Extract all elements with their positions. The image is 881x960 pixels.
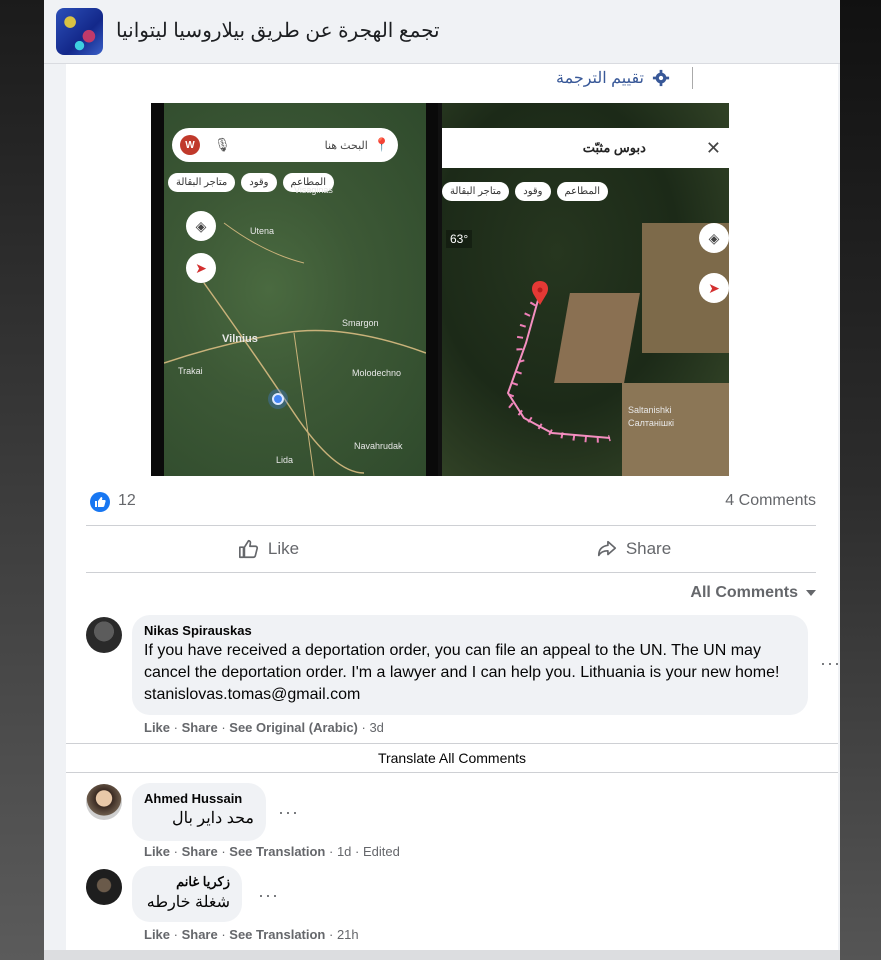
map-account-avatar[interactable]: W (180, 135, 200, 155)
comments-filter-dropdown[interactable]: All Comments (690, 584, 816, 602)
more-options-icon[interactable]: ··· (820, 653, 841, 674)
comment-author[interactable]: زكريا غانم (144, 874, 230, 890)
map-left-satellite: W 🎙 البحث هنا 📍 المطاعم وقود متاجر البقا… (164, 103, 426, 476)
reactions-row: 12 4 Comments (66, 476, 838, 526)
edited-label[interactable]: Edited (363, 844, 400, 859)
mic-icon[interactable]: 🎙 (214, 137, 231, 153)
map-screenshot-left: W 🎙 البحث هنا 📍 المطاعم وقود متاجر البقا… (151, 103, 438, 476)
backdrop-left (0, 0, 44, 960)
like-count[interactable]: 12 (118, 492, 136, 510)
like-label: Like (267, 539, 300, 558)
see-translation-link[interactable]: See Translation (229, 927, 325, 942)
comment-bubble: Nikas Spirauskas If you have received a … (132, 615, 808, 715)
map-label: Navahrudak (354, 441, 403, 451)
map-label: Saltanishki (628, 405, 672, 415)
chip-fuel[interactable]: وقود (515, 182, 551, 201)
more-options-icon[interactable]: ··· (278, 802, 299, 823)
backdrop-right (839, 0, 881, 960)
current-location-dot (272, 393, 284, 405)
map-right-chips: المطاعم وقود متاجر البقالة (442, 182, 608, 201)
pinned-title: دبوس مثبّت (582, 140, 646, 155)
map-label: Lida (276, 455, 294, 465)
comment-bubble: Ahmed Hussain محد داير بال (132, 783, 266, 841)
rate-translation-row[interactable]: تقييم الترجمة (556, 66, 693, 90)
translate-all-label: Translate All Comments (377, 750, 527, 766)
layers-icon[interactable]: ◈ (186, 211, 216, 241)
chip-fuel[interactable]: وقود (241, 173, 277, 192)
group-avatar[interactable] (56, 8, 103, 55)
map-pin-icon: 📍 (373, 137, 390, 152)
comment-like-link[interactable]: Like (144, 927, 170, 942)
map-label: Molodechno (352, 368, 402, 378)
see-translation-link[interactable]: See Translation (229, 844, 325, 859)
like-button[interactable]: Like (86, 526, 451, 572)
map-screenshot-right: دبوس مثبّت ✕ المطاعم وقود متاجر البقالة … (442, 103, 729, 476)
divider (692, 67, 693, 89)
avatar[interactable] (86, 617, 122, 653)
comment-bubble: زكريا غانم شغلة خارطه (132, 866, 242, 922)
map-label: Utena (250, 226, 275, 236)
comment-author[interactable]: Ahmed Hussain (144, 791, 254, 806)
comment-share-link[interactable]: Share (182, 927, 218, 942)
share-arrow-icon (597, 540, 616, 557)
chip-grocery[interactable]: متاجر البقالة (442, 182, 510, 201)
map-search-bar[interactable]: W 🎙 البحث هنا 📍 (172, 128, 398, 162)
thumbs-up-icon (238, 539, 258, 559)
like-reaction-icon[interactable] (90, 492, 110, 512)
map-label: Салтанішкі (628, 418, 675, 428)
weather-temperature: 63° (446, 230, 473, 248)
comment-author[interactable]: Nikas Spirauskas (144, 623, 796, 638)
chip-restaurants[interactable]: المطاعم (556, 182, 608, 201)
map-label: Visaginas (294, 185, 333, 195)
comment-meta: Like · Share · See Translation · 21h (144, 927, 359, 942)
comment-meta: Like · Share · See Translation · 1d · Ed… (144, 844, 400, 859)
bottom-strip (44, 950, 840, 960)
comment-text: محد داير بال (172, 810, 254, 827)
compass-icon[interactable]: ➤ (699, 273, 729, 303)
post-image-maps[interactable]: W 🎙 البحث هنا 📍 المطاعم وقود متاجر البقا… (151, 103, 729, 476)
comment-text: If you have received a deportation order… (144, 642, 780, 703)
avatar[interactable] (86, 869, 122, 905)
comments-count[interactable]: 4 Comments (725, 492, 816, 510)
avatar[interactable] (86, 784, 122, 820)
see-original-link[interactable]: See Original (Arabic) (229, 720, 358, 735)
comment-share-link[interactable]: Share (182, 844, 218, 859)
map-search-placeholder: البحث هنا (324, 139, 368, 152)
compass-icon[interactable]: ➤ (186, 253, 216, 283)
close-icon[interactable]: ✕ (706, 138, 721, 159)
comment-time[interactable]: 21h (337, 927, 359, 942)
comments-filter-label: All Comments (690, 584, 798, 601)
post-actions: Like Share (86, 526, 816, 572)
chevron-down-icon (806, 590, 816, 596)
share-label: Share (625, 539, 672, 558)
share-button[interactable]: Share (451, 526, 816, 572)
comment-time[interactable]: 1d (337, 844, 351, 859)
group-header: تجمع الهجرة عن طريق بيلاروسيا ليتوانيا (44, 0, 840, 64)
map-label: Trakai (178, 366, 203, 376)
rate-translation-link[interactable]: تقييم الترجمة (556, 68, 644, 88)
comment-text: شغلة خارطه (146, 894, 230, 911)
comment-time[interactable]: 3d (369, 720, 383, 735)
translate-all-comments-button[interactable]: Translate All Comments (66, 743, 838, 773)
gear-icon[interactable] (652, 69, 670, 87)
comment-share-link[interactable]: Share (182, 720, 218, 735)
map-label: Smargon (342, 318, 379, 328)
divider (86, 572, 816, 573)
pinned-location-bar: دبوس مثبّت ✕ (442, 128, 729, 168)
layers-icon[interactable]: ◈ (699, 223, 729, 253)
comment-like-link[interactable]: Like (144, 720, 170, 735)
comment-meta: Like · Share · See Original (Arabic) · 3… (144, 720, 384, 735)
map-label: Vilnius (222, 333, 258, 345)
post-panel: تجمع الهجرة عن طريق بيلاروسيا ليتوانيا ت… (44, 0, 840, 960)
more-options-icon[interactable]: ··· (258, 885, 279, 906)
comment-like-link[interactable]: Like (144, 844, 170, 859)
post-card: تقييم الترجمة W 🎙 البحث هنا 📍 المطاعم وق… (66, 64, 841, 950)
group-title[interactable]: تجمع الهجرة عن طريق بيلاروسيا ليتوانيا (116, 18, 440, 43)
chip-grocery[interactable]: متاجر البقالة (168, 173, 236, 192)
